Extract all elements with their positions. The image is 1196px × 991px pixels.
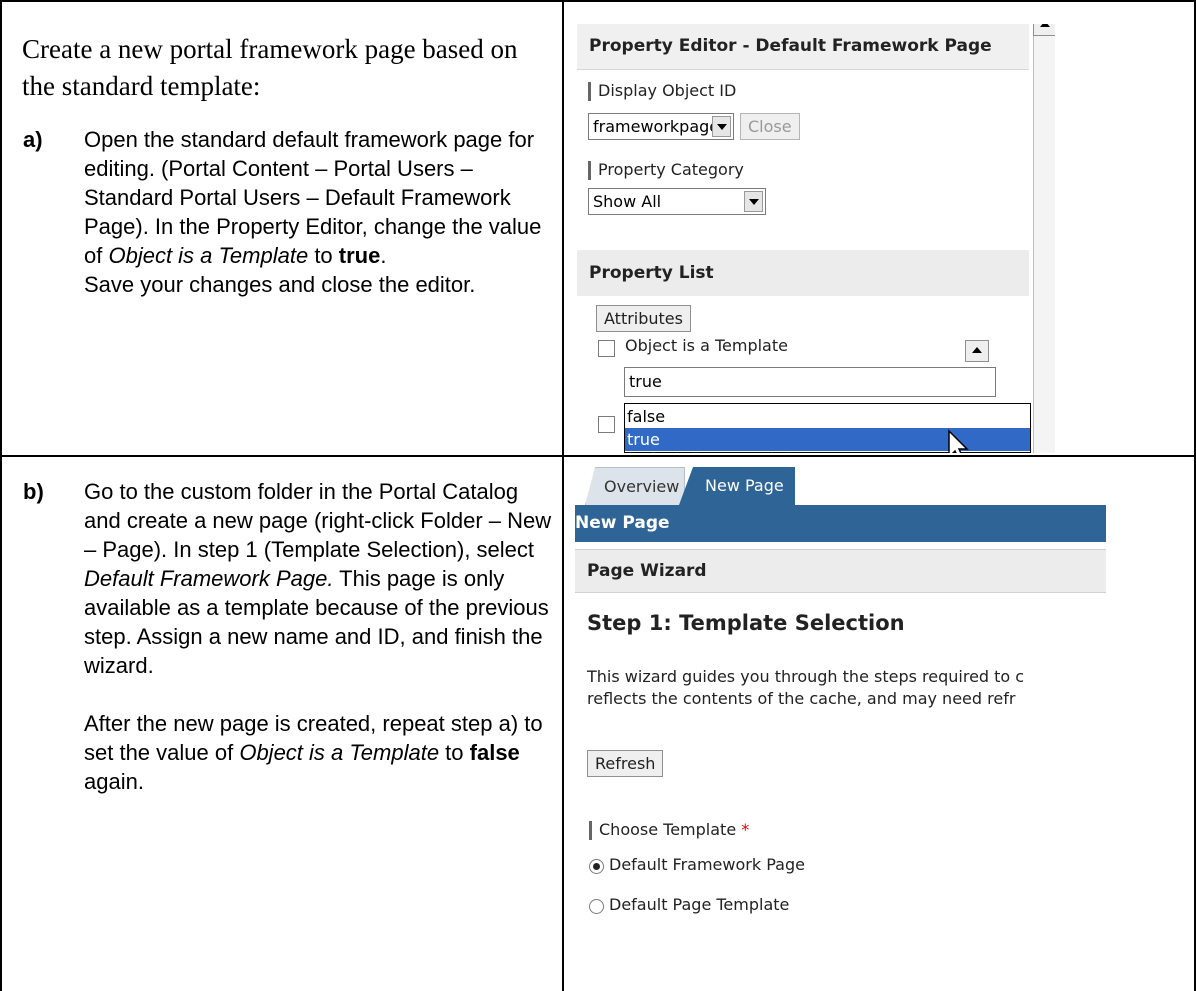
object-template-input[interactable]: true: [624, 367, 996, 397]
property-list-header: Property List: [577, 250, 1029, 296]
step-a: a) Open the standard default framework p…: [23, 125, 554, 299]
page-wizard-screenshot: Overview New Page New Page Page Wizard S…: [575, 467, 1106, 991]
description-line-1: This wizard guides you through the steps…: [587, 667, 1025, 686]
step-a-text: Open the standard default framework page…: [84, 127, 542, 268]
wizard-description: This wizard guides you through the steps…: [587, 666, 1024, 710]
second-property-checkbox[interactable]: [598, 416, 615, 433]
step-a-save-text: Save your changes and close the editor.: [84, 272, 476, 297]
display-object-label: Display Object ID: [587, 81, 737, 101]
intro-text: Create a new portal framework page based…: [22, 34, 518, 101]
step-title: Step 1: Template Selection: [587, 611, 905, 635]
table-border-center: [562, 0, 564, 991]
page-wizard-header: Page Wizard: [575, 549, 1106, 593]
step-b: b) Go to the custom folder in the Portal…: [23, 477, 554, 796]
page-title: New Page: [575, 505, 1106, 542]
display-object-value: frameworkpage: [593, 117, 720, 136]
instruction-table: Create a new portal framework page based…: [0, 0, 1196, 991]
editor-scrollbar[interactable]: [1033, 24, 1055, 453]
refresh-button[interactable]: Refresh: [587, 750, 664, 777]
property-category-value: Show All: [593, 192, 662, 211]
description-line-2: reflects the contents of the cache, and …: [587, 689, 1016, 708]
close-button[interactable]: Close: [740, 113, 800, 140]
chevron-down-icon[interactable]: [744, 191, 763, 212]
step-b-repeat-text: After the new page is created, repeat st…: [84, 711, 543, 794]
radio-label-default-page-template: Default Page Template: [609, 895, 790, 914]
display-object-select[interactable]: frameworkpage: [588, 113, 734, 140]
property-category-label: Property Category: [588, 160, 744, 180]
list-scroll-up-button[interactable]: [965, 340, 989, 362]
mouse-cursor-icon: [948, 429, 969, 453]
property-editor-screenshot: Property Editor - Default Framework Page…: [577, 24, 1055, 453]
object-template-label: Object is a Template: [625, 336, 788, 355]
step-b-letter: b): [23, 479, 44, 504]
tab-new-page[interactable]: New Page: [679, 467, 795, 505]
object-template-checkbox[interactable]: [598, 340, 615, 357]
option-false[interactable]: false: [625, 405, 1030, 428]
required-marker: *: [741, 820, 750, 839]
property-category-select[interactable]: Show All: [588, 188, 766, 215]
chevron-down-icon[interactable]: [712, 116, 731, 137]
step-b-text: Go to the custom folder in the Portal Ca…: [84, 479, 552, 678]
scroll-up-arrow-icon[interactable]: [1033, 24, 1055, 36]
radio-label-default-framework-page: Default Framework Page: [609, 855, 805, 874]
default-framework-page-text: Default Framework Page: [627, 451, 823, 454]
radio-default-framework-page[interactable]: [589, 859, 604, 874]
attributes-button[interactable]: Attributes: [596, 305, 691, 332]
choose-template-label: Choose Template *: [588, 820, 750, 840]
tab-overview[interactable]: Overview: [585, 467, 685, 505]
table-border-middle: [0, 455, 1196, 457]
property-editor-header: Property Editor - Default Framework Page: [577, 24, 1029, 70]
table-border-top: [0, 0, 1196, 2]
step-a-letter: a): [23, 127, 43, 152]
radio-default-page-template[interactable]: [589, 899, 604, 914]
table-border-left: [0, 0, 2, 991]
